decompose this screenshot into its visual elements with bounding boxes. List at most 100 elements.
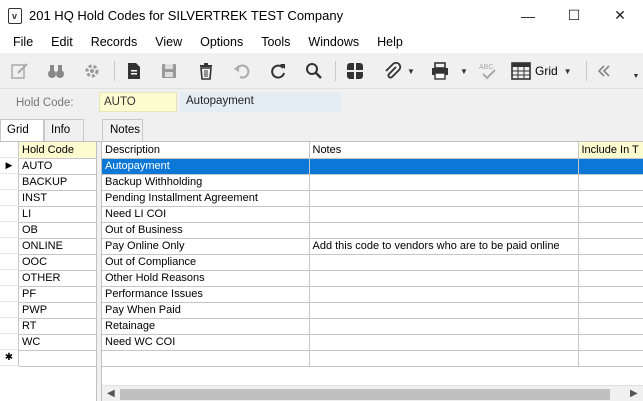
row-selector[interactable] [0,190,19,206]
description-cell[interactable]: Pay When Paid [102,302,310,319]
include-cell[interactable] [578,254,643,271]
description-cell[interactable]: Need WC COI [102,334,310,351]
notes-cell[interactable] [309,174,579,191]
hold-code-cell[interactable]: RT [19,318,97,335]
horizontal-scrollbar[interactable]: ◀ ▶ [102,385,643,401]
current-row-marker[interactable]: ▶ [0,158,19,174]
row-selector[interactable] [0,302,19,318]
row-selector[interactable] [0,174,19,190]
table-row[interactable]: Backup Withholding [102,174,643,191]
include-cell[interactable] [578,158,643,175]
hold-code-cell[interactable]: BACKUP [19,174,97,191]
description-cell[interactable]: Pending Installment Agreement [102,190,310,207]
document-icon[interactable] [122,59,146,83]
hold-code-cell[interactable]: INST [19,190,97,207]
table-row[interactable]: Performance Issues [102,286,643,303]
new-row-cell[interactable] [19,350,97,367]
hold-code-cell[interactable]: AUTO [19,158,97,175]
tab-info[interactable]: Info [44,119,84,141]
row-selector[interactable] [0,238,19,254]
notes-cell[interactable]: Add this code to vendors who are to be p… [309,238,579,255]
spellcheck-icon[interactable]: ABC [477,59,501,83]
notes-cell[interactable] [309,286,579,303]
new-row[interactable] [102,350,643,367]
table-row[interactable]: Pay Online Only Add this code to vendors … [102,238,643,255]
include-cell[interactable] [578,302,643,319]
hold-code-cell[interactable]: WC [19,334,97,351]
table-row[interactable]: Out of Business [102,222,643,239]
gear-icon[interactable] [80,59,104,83]
notes-cell[interactable] [309,158,579,175]
notes-cell[interactable] [309,350,579,367]
include-column-header[interactable]: Include In T [578,142,643,159]
table-row[interactable]: Retainage [102,318,643,335]
include-cell[interactable] [578,286,643,303]
notes-cell[interactable] [309,270,579,287]
calculator-icon[interactable] [343,59,367,83]
notes-cell[interactable] [309,206,579,223]
include-cell[interactable] [578,350,643,367]
menu-help[interactable]: Help [368,31,412,53]
print-dropdown-icon[interactable]: ▼ [459,59,469,83]
include-cell[interactable] [578,318,643,335]
edit-icon[interactable] [8,59,32,83]
undo-icon[interactable] [230,59,254,83]
notes-cell[interactable] [309,254,579,271]
scroll-right-icon[interactable]: ▶ [630,388,638,399]
description-cell[interactable]: Retainage [102,318,310,335]
row-selector[interactable] [0,334,19,350]
include-cell[interactable] [578,270,643,287]
description-cell[interactable]: Other Hold Reasons [102,270,310,287]
menu-file[interactable]: File [4,31,42,53]
description-cell[interactable]: Out of Business [102,222,310,239]
row-selector[interactable] [0,254,19,270]
table-row[interactable]: Pending Installment Agreement [102,190,643,207]
save-icon[interactable] [157,59,181,83]
notes-cell[interactable] [309,190,579,207]
tab-notes[interactable]: Notes [102,119,143,141]
print-icon[interactable] [428,59,452,83]
toolbar-overflow-icon[interactable]: ▼ [631,67,641,85]
hold-code-cell[interactable]: PF [19,286,97,303]
row-selector[interactable] [0,222,19,238]
table-row[interactable]: Pay When Paid [102,302,643,319]
refresh-icon[interactable] [266,59,290,83]
menu-tools[interactable]: Tools [252,31,299,53]
menu-view[interactable]: View [146,31,191,53]
include-cell[interactable] [578,174,643,191]
row-selector[interactable] [0,286,19,302]
table-row[interactable]: Out of Compliance [102,254,643,271]
notes-cell[interactable] [309,302,579,319]
description-cell[interactable]: Backup Withholding [102,174,310,191]
table-row[interactable]: Other Hold Reasons [102,270,643,287]
include-cell[interactable] [578,206,643,223]
row-selector[interactable] [0,206,19,222]
table-row[interactable]: Need LI COI [102,206,643,223]
hold-code-field[interactable]: AUTO [99,92,177,112]
description-cell[interactable]: Out of Compliance [102,254,310,271]
maximize-button[interactable]: ☐ [551,0,597,31]
row-selector[interactable] [0,270,19,286]
binoculars-icon[interactable] [44,59,68,83]
trash-icon[interactable] [194,59,218,83]
description-cell[interactable]: Need LI COI [102,206,310,223]
menu-options[interactable]: Options [191,31,252,53]
grid-view-button[interactable]: Grid ▼ [511,59,575,83]
menu-edit[interactable]: Edit [42,31,82,53]
collapse-icon[interactable] [592,59,616,83]
search-icon[interactable] [302,59,326,83]
description-cell[interactable]: Performance Issues [102,286,310,303]
notes-cell[interactable] [309,318,579,335]
notes-cell[interactable] [309,334,579,351]
hold-code-cell[interactable]: OB [19,222,97,239]
menu-records[interactable]: Records [82,31,147,53]
description-cell[interactable] [102,350,310,367]
hold-code-cell[interactable]: LI [19,206,97,223]
new-row-marker[interactable]: ✱ [0,350,19,366]
description-cell[interactable]: Pay Online Only [102,238,310,255]
scrollbar-thumb[interactable] [120,389,610,400]
notes-cell[interactable] [309,222,579,239]
attach-icon[interactable] [380,59,404,83]
table-row[interactable]: Need WC COI [102,334,643,351]
include-cell[interactable] [578,238,643,255]
